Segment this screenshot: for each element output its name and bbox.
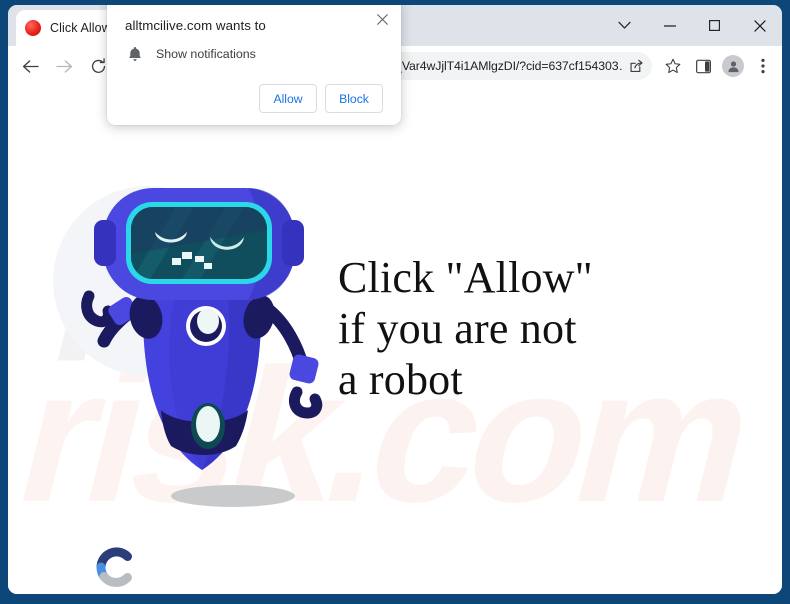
headline-line-1: Click "Allow"	[338, 253, 593, 302]
tab-search-chevron-icon[interactable]	[602, 5, 647, 46]
window-controls	[602, 5, 782, 46]
forward-button[interactable]	[49, 51, 79, 81]
bell-icon	[125, 44, 145, 64]
tab-favicon-icon	[25, 20, 41, 36]
window-frame: Click Allow com Click "Allow" if you are…	[0, 0, 790, 604]
back-button[interactable]	[15, 51, 45, 81]
window-minimize-button[interactable]	[647, 5, 692, 46]
headline-line-2: if you are not	[338, 304, 577, 354]
browser-window: Click Allow com Click "Allow" if you are…	[8, 5, 782, 594]
ecaptcha-c-icon	[96, 547, 132, 587]
dialog-close-icon[interactable]	[371, 8, 393, 30]
bookmark-star-icon[interactable]	[658, 51, 688, 81]
share-icon[interactable]	[624, 54, 648, 78]
profile-avatar[interactable]	[718, 51, 748, 81]
dialog-permission-row: Show notifications	[125, 44, 383, 64]
window-maximize-button[interactable]	[692, 5, 737, 46]
dialog-actions: Allow Block	[125, 84, 383, 113]
window-close-button[interactable]	[737, 5, 782, 46]
ecaptcha-logo: E-CAPTCHA	[70, 544, 160, 594]
dialog-permission-label: Show notifications	[156, 47, 256, 61]
page-viewport: pc risk. com	[8, 86, 782, 594]
page-headline: Click "Allow" if you are not a robot	[338, 252, 738, 405]
dialog-title: alltmcilive.com wants to	[125, 18, 266, 33]
side-panel-icon[interactable]	[688, 51, 718, 81]
block-button[interactable]: Block	[325, 84, 383, 113]
robot-mascot-illustration	[81, 188, 323, 507]
notification-permission-dialog: alltmcilive.com wants to Show notificati…	[107, 5, 401, 125]
three-dot-menu-icon[interactable]	[748, 51, 778, 81]
allow-button[interactable]: Allow	[259, 84, 317, 113]
headline-line-3: a robot	[338, 355, 463, 405]
